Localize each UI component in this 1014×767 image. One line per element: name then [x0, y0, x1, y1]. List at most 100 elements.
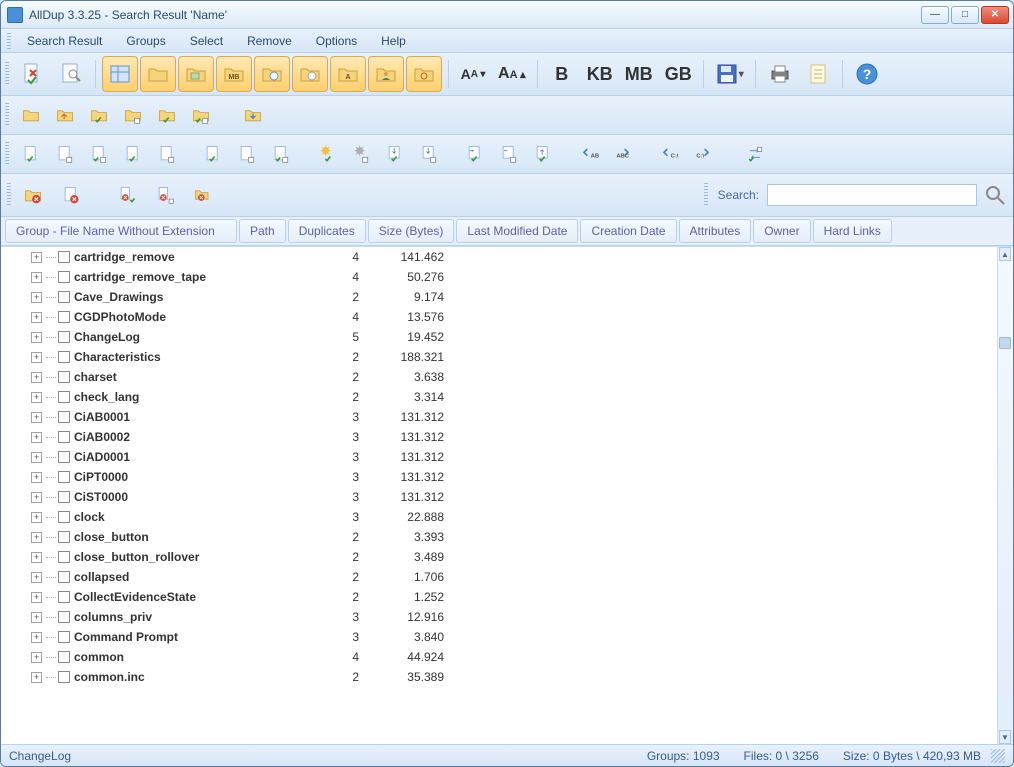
log-button[interactable] [800, 56, 836, 92]
expand-button[interactable]: + [31, 472, 42, 483]
row-checkbox[interactable] [58, 671, 70, 683]
drive-right-button[interactable]: C:\ [687, 138, 719, 170]
row-checkbox[interactable] [58, 271, 70, 283]
table-row[interactable]: +CGDPhotoMode413.576 [1, 307, 1013, 327]
drive-left-button[interactable]: C:\ [653, 138, 685, 170]
maximize-button[interactable]: □ [951, 6, 979, 24]
abc-left-button[interactable]: ABC [573, 138, 605, 170]
table-row[interactable]: +Characteristics2188.321 [1, 347, 1013, 367]
expand-button[interactable]: + [31, 572, 42, 583]
doc-old-box[interactable] [345, 138, 377, 170]
toolbar-grip[interactable] [5, 142, 9, 166]
expand-button[interactable]: + [31, 392, 42, 403]
view-thumb-button[interactable] [178, 56, 214, 92]
doc-in-box[interactable] [493, 138, 525, 170]
row-checkbox[interactable] [58, 511, 70, 523]
view-link-button[interactable] [406, 56, 442, 92]
view-folder-button[interactable] [140, 56, 176, 92]
doc-box-1[interactable] [49, 138, 81, 170]
scroll-down-button[interactable]: ▼ [999, 730, 1011, 744]
doc-new-check[interactable] [311, 138, 343, 170]
doc-combo-1[interactable] [83, 138, 115, 170]
row-checkbox[interactable] [58, 611, 70, 623]
table-row[interactable]: +check_lang23.314 [1, 387, 1013, 407]
search-input[interactable] [767, 184, 977, 206]
doc-check-2[interactable] [117, 138, 149, 170]
scroll-thumb[interactable] [999, 337, 1011, 349]
folder-down-button[interactable] [237, 99, 269, 131]
row-checkbox[interactable] [58, 591, 70, 603]
row-checkbox[interactable] [58, 251, 70, 263]
resize-grip[interactable] [991, 749, 1005, 763]
expand-button[interactable]: + [31, 532, 42, 543]
delete-checked-folder[interactable] [185, 177, 221, 213]
folder-combo-button[interactable] [185, 99, 217, 131]
expand-button[interactable]: + [31, 332, 42, 343]
menu-search-result[interactable]: Search Result [17, 31, 112, 51]
table-row[interactable]: +columns_priv312.916 [1, 607, 1013, 627]
doc-combo-3[interactable] [265, 138, 297, 170]
expand-button[interactable]: + [31, 292, 42, 303]
doc-box-3[interactable] [231, 138, 263, 170]
col-duplicates[interactable]: Duplicates [288, 219, 366, 243]
col-attr[interactable]: Attributes [679, 219, 752, 243]
doc-down-box[interactable] [413, 138, 445, 170]
row-checkbox[interactable] [58, 311, 70, 323]
menu-help[interactable]: Help [371, 31, 416, 51]
expand-button[interactable]: + [31, 632, 42, 643]
scrollbar[interactable]: ▲ ▼ [997, 247, 1013, 744]
expand-button[interactable]: + [31, 592, 42, 603]
expand-button[interactable]: + [31, 552, 42, 563]
expand-button[interactable]: + [31, 432, 42, 443]
delete-doc-button[interactable] [53, 177, 89, 213]
help-button[interactable]: ? [849, 56, 885, 92]
row-checkbox[interactable] [58, 531, 70, 543]
row-checkbox[interactable] [58, 451, 70, 463]
row-checkbox[interactable] [58, 551, 70, 563]
table-row[interactable]: +cartridge_remove4141.462 [1, 247, 1013, 267]
view-date-button[interactable] [254, 56, 290, 92]
expand-button[interactable]: + [31, 492, 42, 503]
expand-button[interactable]: + [31, 672, 42, 683]
expand-button[interactable]: + [31, 412, 42, 423]
table-row[interactable]: +cartridge_remove_tape450.276 [1, 267, 1013, 287]
col-owner[interactable]: Owner [753, 219, 810, 243]
scroll-up-button[interactable]: ▲ [999, 247, 1011, 261]
delete-checked-doc[interactable] [109, 177, 145, 213]
delete-checked-doc2[interactable] [147, 177, 183, 213]
folder-plain-button[interactable] [15, 99, 47, 131]
toolbar-grip[interactable] [7, 183, 11, 207]
row-checkbox[interactable] [58, 571, 70, 583]
toolbar-grip[interactable] [5, 103, 9, 127]
table-row[interactable]: +clock322.888 [1, 507, 1013, 527]
col-path[interactable]: Path [239, 219, 286, 243]
col-group[interactable]: Group - File Name Without Extension [5, 219, 237, 243]
row-checkbox[interactable] [58, 651, 70, 663]
save-button[interactable]: ▾ [710, 56, 749, 92]
table-row[interactable]: +Command Prompt33.840 [1, 627, 1013, 647]
expand-button[interactable]: + [31, 272, 42, 283]
table-row[interactable]: +close_button23.393 [1, 527, 1013, 547]
expand-button[interactable]: + [31, 312, 42, 323]
col-created[interactable]: Creation Date [580, 219, 676, 243]
table-row[interactable]: +CiST00003131.312 [1, 487, 1013, 507]
folder-uncheck-button[interactable] [117, 99, 149, 131]
expand-button[interactable]: + [31, 512, 42, 523]
unit-mb-button[interactable]: MB [620, 56, 658, 92]
expand-button[interactable]: + [31, 652, 42, 663]
menu-options[interactable]: Options [306, 31, 367, 51]
folder-open-button[interactable] [49, 99, 81, 131]
row-checkbox[interactable] [58, 291, 70, 303]
row-checkbox[interactable] [58, 371, 70, 383]
title-bar[interactable]: AllDup 3.3.25 - Search Result 'Name' — □… [1, 1, 1013, 29]
view-mb-button[interactable]: MB [216, 56, 252, 92]
doc-up-check[interactable] [527, 138, 559, 170]
doc-check-3[interactable] [197, 138, 229, 170]
doc-in-check[interactable] [459, 138, 491, 170]
doc-box-2[interactable] [151, 138, 183, 170]
row-checkbox[interactable] [58, 331, 70, 343]
table-row[interactable]: +common.inc235.389 [1, 667, 1013, 687]
font-smaller-button[interactable]: AA ▾ [455, 56, 491, 92]
view-detail-button[interactable] [102, 56, 138, 92]
row-checkbox[interactable] [58, 391, 70, 403]
